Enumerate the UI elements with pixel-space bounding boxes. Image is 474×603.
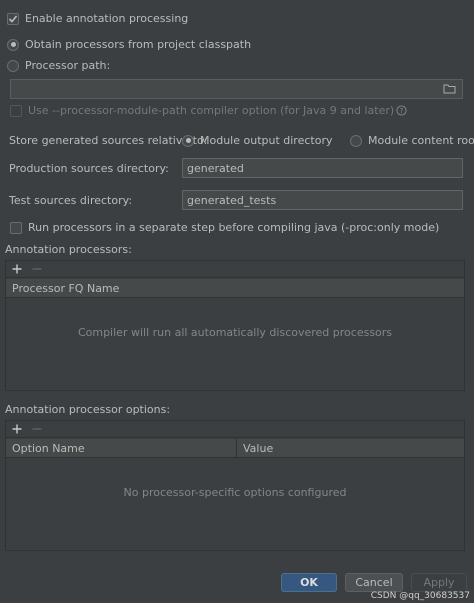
checkbox-unchecked-icon[interactable] (10, 104, 22, 117)
options-empty-text: No processor-specific options configured (123, 486, 347, 499)
processor-options-panel: Option Name Value No processor-specific … (5, 420, 465, 551)
processors-toolbar (6, 261, 464, 278)
store-relative-label: Store generated sources relative to: (9, 134, 208, 147)
checkbox-unchecked-icon[interactable] (10, 221, 22, 234)
add-icon[interactable] (10, 262, 24, 276)
separate-step-option[interactable]: Run processors in a separate step before… (10, 221, 439, 234)
remove-icon[interactable] (30, 422, 44, 436)
processor-path-radio[interactable]: Processor path: (7, 59, 110, 72)
production-sources-label: Production sources directory: (9, 162, 169, 175)
obtain-from-classpath-label: Obtain processors from project classpath (25, 38, 252, 51)
radio-unselected-icon[interactable] (350, 134, 362, 147)
watermark: CSDN @qq_30683537 (370, 591, 470, 601)
module-path-option-label: Use --processor-module-path compiler opt… (28, 104, 395, 117)
annotation-processors-panel: Processor FQ Name Compiler will run all … (5, 260, 465, 391)
column-header-option-name[interactable]: Option Name (6, 439, 237, 457)
cancel-button[interactable]: Cancel (345, 573, 403, 592)
production-sources-field[interactable]: generated (182, 158, 463, 178)
module-content-root-label: Module content root (368, 134, 474, 147)
obtain-from-classpath-radio[interactable]: Obtain processors from project classpath (7, 38, 251, 51)
module-output-dir-radio[interactable]: Module output directory (182, 134, 332, 147)
options-toolbar (6, 421, 464, 438)
add-icon[interactable] (10, 422, 24, 436)
checkbox-checked-icon[interactable] (7, 12, 19, 25)
enable-annotation-processing[interactable]: Enable annotation processing (7, 12, 188, 25)
module-content-root-radio[interactable]: Module content root (350, 134, 474, 147)
test-sources-field[interactable]: generated_tests (182, 190, 463, 210)
remove-icon[interactable] (30, 262, 44, 276)
processor-path-label: Processor path: (25, 59, 111, 72)
separate-step-label: Run processors in a separate step before… (28, 221, 440, 234)
ok-button[interactable]: OK (281, 573, 337, 592)
processors-table-header: Processor FQ Name (6, 279, 464, 298)
annotation-processor-options-heading: Annotation processor options: (5, 403, 171, 416)
test-sources-label: Test sources directory: (9, 194, 133, 207)
apply-button[interactable]: Apply (411, 573, 467, 592)
column-header-value[interactable]: Value (237, 439, 464, 457)
enable-annotation-processing-label: Enable annotation processing (25, 12, 189, 25)
radio-selected-icon[interactable] (7, 38, 19, 51)
column-header-processor-fq-name[interactable]: Processor FQ Name (6, 279, 464, 297)
radio-unselected-icon[interactable] (7, 59, 19, 72)
help-icon[interactable]: ? (396, 105, 407, 116)
svg-text:?: ? (400, 107, 404, 115)
processors-empty-text: Compiler will run all automatically disc… (77, 326, 393, 339)
options-table-header: Option Name Value (6, 439, 464, 458)
processor-path-field[interactable] (10, 79, 463, 99)
module-path-option[interactable]: Use --processor-module-path compiler opt… (10, 104, 407, 117)
annotation-processors-heading: Annotation processors: (5, 243, 132, 256)
radio-selected-icon[interactable] (182, 134, 194, 147)
module-output-dir-label: Module output directory (200, 134, 333, 147)
folder-icon[interactable] (443, 83, 456, 97)
